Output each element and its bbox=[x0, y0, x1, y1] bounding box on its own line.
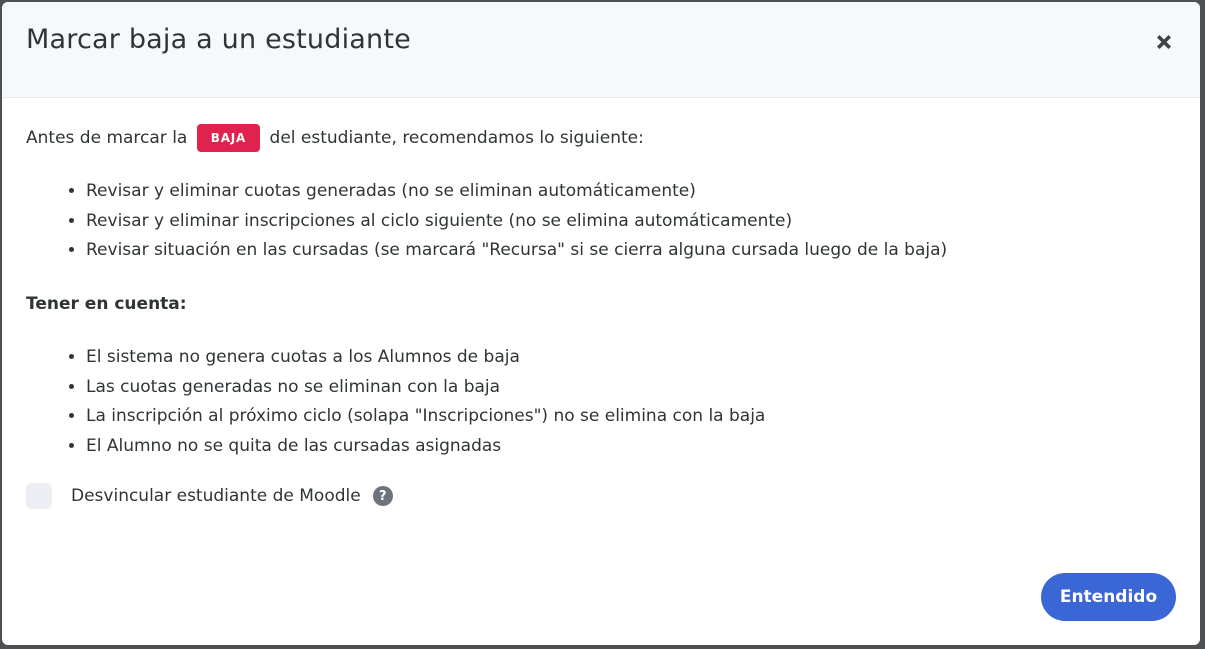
list-item: El Alumno no se quita de las cursadas as… bbox=[86, 432, 765, 462]
list-item: Revisar situación en las cursadas (se ma… bbox=[86, 236, 947, 266]
recommendations-list: Revisar y eliminar cuotas generadas (no … bbox=[26, 177, 947, 266]
help-icon[interactable]: ? bbox=[372, 486, 393, 506]
moodle-unlink-checkbox[interactable] bbox=[26, 483, 52, 509]
notes-list: El sistema no genera cuotas a los Alumno… bbox=[26, 343, 765, 461]
dialog: Marcar baja a un estudiante Antes de mar… bbox=[2, 2, 1200, 645]
baja-badge: BAJA bbox=[196, 124, 261, 152]
notes-title: Tener en cuenta: bbox=[26, 294, 187, 314]
intro-before: Antes de marcar la bbox=[26, 128, 188, 148]
moodle-unlink-row: Desvincular estudiante de Moodle ? bbox=[26, 483, 393, 509]
dialog-title: Marcar baja a un estudiante bbox=[26, 24, 411, 55]
dialog-header: Marcar baja a un estudiante bbox=[2, 2, 1200, 98]
close-button[interactable] bbox=[1148, 28, 1180, 60]
list-item: Revisar y eliminar cuotas generadas (no … bbox=[86, 177, 947, 207]
list-item: Revisar y eliminar inscripciones al cicl… bbox=[86, 207, 947, 237]
list-item: La inscripción al próximo ciclo (solapa … bbox=[86, 402, 765, 432]
moodle-unlink-label[interactable]: Desvincular estudiante de Moodle bbox=[71, 486, 361, 506]
list-item: Las cuotas generadas no se eliminan con … bbox=[86, 373, 765, 403]
list-item: El sistema no genera cuotas a los Alumno… bbox=[86, 343, 765, 373]
intro-after: del estudiante, recomendamos lo siguient… bbox=[269, 128, 644, 148]
intro-text: Antes de marcar la BAJA del estudiante, … bbox=[26, 124, 644, 152]
understood-button[interactable]: Entendido bbox=[1041, 573, 1176, 621]
close-icon bbox=[1154, 32, 1174, 56]
